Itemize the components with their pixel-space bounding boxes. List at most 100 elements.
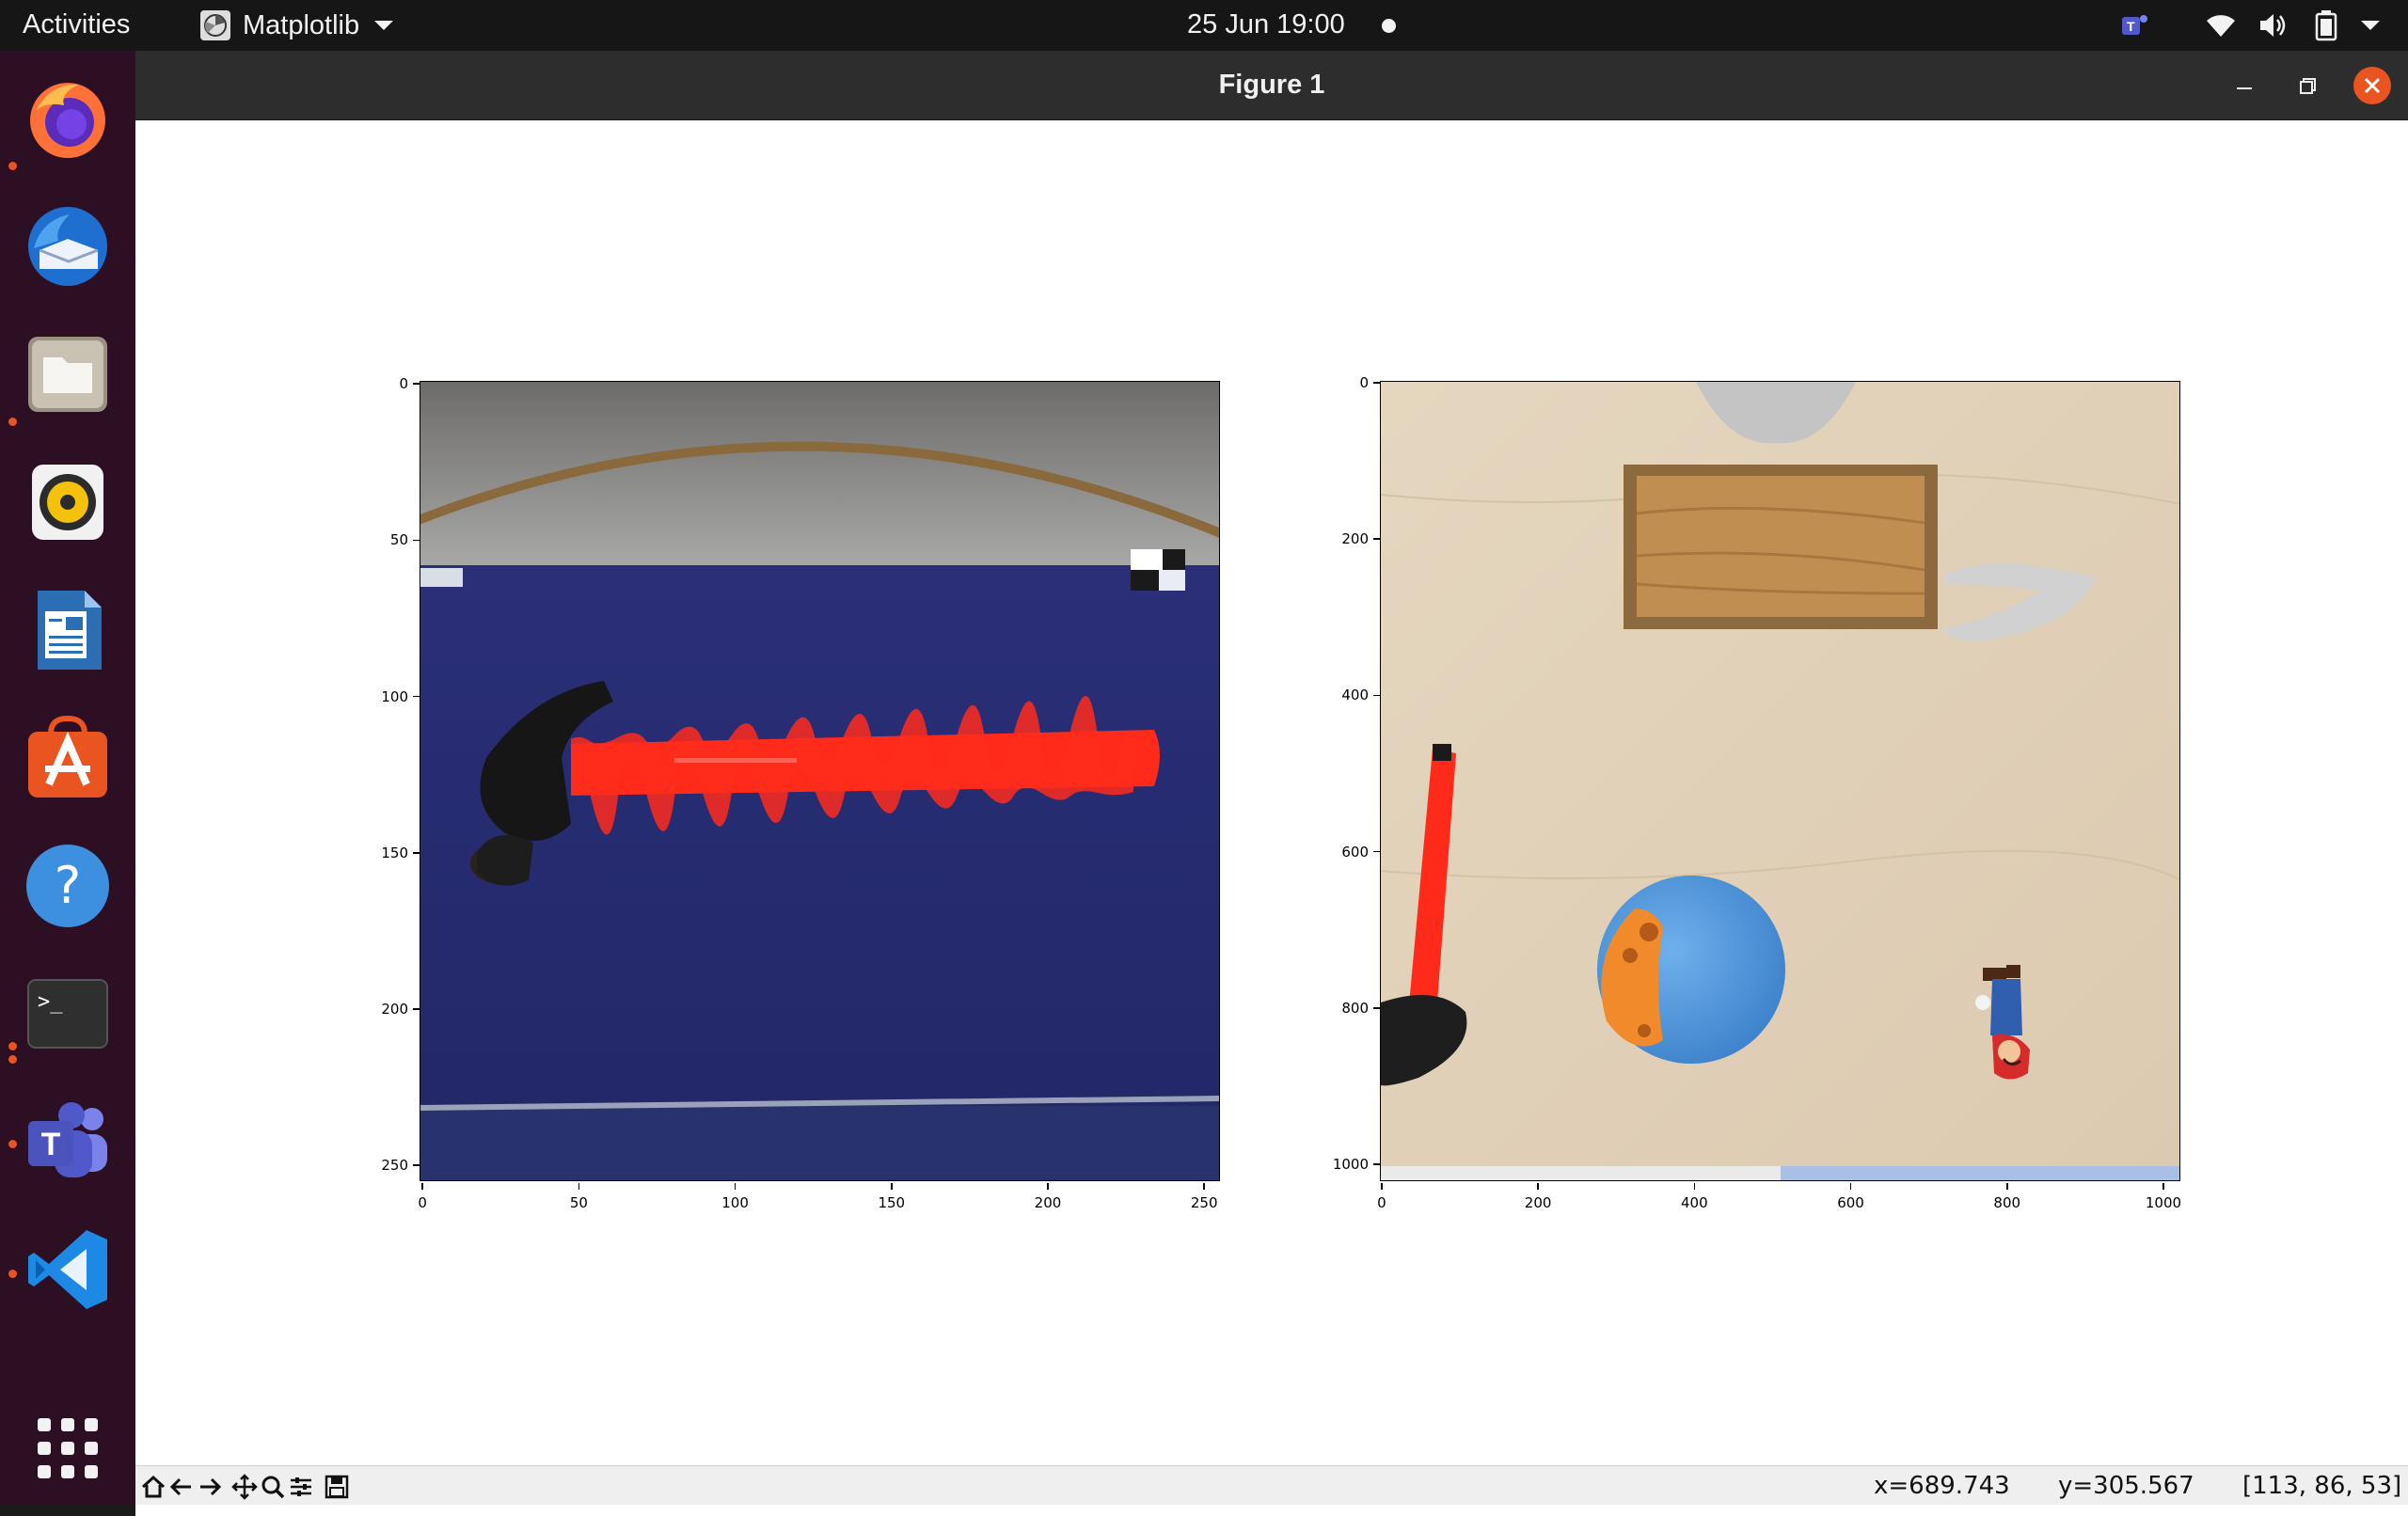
files-icon xyxy=(28,337,107,412)
volume-icon[interactable] xyxy=(2258,11,2289,39)
cursor-x-readout: x=689.743 xyxy=(1874,1472,2010,1500)
libreoffice-writer-icon xyxy=(38,591,102,670)
show-applications-button[interactable] xyxy=(23,1403,113,1493)
left-image-axes[interactable] xyxy=(420,381,1220,1181)
firefox-icon xyxy=(30,83,105,158)
running-indicator xyxy=(8,1042,17,1050)
right-image-axes[interactable] xyxy=(1380,381,2180,1181)
close-icon[interactable] xyxy=(2353,67,2391,104)
dock-thunderbird[interactable] xyxy=(23,201,113,292)
window-titlebar[interactable]: Figure 1 xyxy=(135,51,2408,120)
dock-writer[interactable] xyxy=(23,585,113,675)
table-scene-image xyxy=(1381,382,2179,1180)
x-tick-label: 150 xyxy=(878,1194,906,1211)
save-icon xyxy=(325,1475,349,1499)
y-tick-label: 200 xyxy=(1341,530,1369,548)
y-tick-mark xyxy=(1373,1163,1380,1165)
x-tick-label: 50 xyxy=(569,1194,588,1211)
rhythmbox-icon xyxy=(32,465,103,540)
y-tick-label: 100 xyxy=(381,687,408,705)
dock-help[interactable]: ? xyxy=(23,841,113,931)
pan-icon xyxy=(231,1474,258,1500)
dock: ? >_ T xyxy=(0,51,135,1505)
matplotlib-icon xyxy=(200,10,230,40)
x-tick-label: 200 xyxy=(1034,1194,1062,1211)
dock-firefox[interactable] xyxy=(23,73,113,164)
svg-text:T: T xyxy=(2127,19,2135,34)
clock[interactable]: 25 Jun 19:00 xyxy=(1187,9,1345,40)
x-tick-mark xyxy=(578,1183,580,1190)
forward-button[interactable] xyxy=(197,1474,223,1500)
chevron-down-icon xyxy=(374,21,394,30)
y-tick-mark xyxy=(1373,694,1380,697)
y-tick-label: 250 xyxy=(381,1157,408,1175)
save-button[interactable] xyxy=(324,1474,350,1500)
dock-rhythmbox[interactable] xyxy=(23,457,113,547)
dock-teams[interactable]: T xyxy=(23,1097,113,1187)
top-bar: Activities Matplotlib 25 Jun 19:00 T xyxy=(0,0,2408,51)
pixel-value-readout: [113, 86, 53] xyxy=(2242,1472,2402,1500)
x-tick-label: 1000 xyxy=(2145,1194,2182,1211)
figure-canvas[interactable]: 0 50 100 150 200 250 0 50 100 150 200 250 xyxy=(135,120,2408,1516)
minimize-icon[interactable] xyxy=(2226,67,2263,104)
y-tick-label: 0 xyxy=(399,375,408,393)
home-button[interactable] xyxy=(140,1474,166,1500)
configure-icon xyxy=(291,1477,311,1496)
x-tick-mark xyxy=(734,1183,737,1190)
x-tick-mark xyxy=(1537,1183,1539,1190)
y-tick-label: 800 xyxy=(1341,999,1369,1017)
dock-terminal[interactable]: >_ xyxy=(23,969,113,1059)
terminal-icon: >_ xyxy=(27,979,108,1049)
y-tick-mark xyxy=(413,383,420,385)
y-tick-mark xyxy=(1373,1007,1380,1009)
running-indicator xyxy=(8,162,17,170)
battery-icon[interactable] xyxy=(2312,9,2340,41)
activities-button[interactable]: Activities xyxy=(23,9,130,40)
y-tick-mark xyxy=(413,1008,420,1010)
x-tick-mark xyxy=(2162,1183,2164,1190)
zoom-icon xyxy=(261,1476,285,1499)
dock-vscode[interactable] xyxy=(23,1224,113,1315)
x-tick-label: 200 xyxy=(1524,1194,1552,1211)
thunderbird-icon xyxy=(28,207,107,286)
x-tick-label: 100 xyxy=(721,1194,749,1211)
notification-dot-icon xyxy=(1382,19,1396,33)
dock-files[interactable] xyxy=(23,329,113,419)
help-icon: ? xyxy=(26,845,109,927)
x-tick-mark xyxy=(891,1183,893,1190)
system-menu-chevron-icon[interactable] xyxy=(2361,21,2380,30)
x-tick-label: 400 xyxy=(1681,1194,1708,1211)
app-menu[interactable]: Matplotlib xyxy=(199,8,394,43)
y-tick-mark xyxy=(413,695,420,698)
y-tick-mark xyxy=(413,539,420,542)
svg-text:>_: >_ xyxy=(38,990,63,1014)
running-indicator xyxy=(8,1140,17,1148)
cursor-y-readout: y=305.567 xyxy=(2058,1472,2194,1500)
y-tick-label: 150 xyxy=(381,844,408,861)
y-tick-mark xyxy=(1373,538,1380,540)
configure-subplots-button[interactable] xyxy=(288,1474,314,1500)
y-tick-label: 50 xyxy=(389,531,408,549)
maximize-icon[interactable] xyxy=(2289,67,2327,104)
y-tick-label: 200 xyxy=(381,1001,408,1018)
zoom-button[interactable] xyxy=(260,1474,286,1500)
y-tick-mark xyxy=(413,852,420,854)
running-indicator xyxy=(8,1055,17,1064)
dock-software[interactable] xyxy=(23,713,113,803)
x-tick-mark xyxy=(1203,1183,1205,1190)
x-tick-label: 250 xyxy=(1190,1194,1218,1211)
x-tick-mark xyxy=(1693,1183,1696,1190)
back-button[interactable] xyxy=(168,1474,195,1500)
y-tick-label: 0 xyxy=(1359,373,1369,391)
teams-tray-icon[interactable]: T xyxy=(2120,10,2150,40)
wifi-icon[interactable] xyxy=(2205,11,2237,39)
pan-button[interactable] xyxy=(231,1474,258,1500)
svg-text:?: ? xyxy=(55,856,82,915)
y-tick-label: 400 xyxy=(1341,687,1369,704)
window-title: Figure 1 xyxy=(1218,70,1325,100)
x-tick-mark xyxy=(1381,1183,1383,1190)
running-indicator xyxy=(8,1270,17,1278)
x-tick-mark xyxy=(1849,1183,1852,1190)
back-icon xyxy=(169,1477,191,1496)
x-tick-mark xyxy=(421,1183,423,1190)
